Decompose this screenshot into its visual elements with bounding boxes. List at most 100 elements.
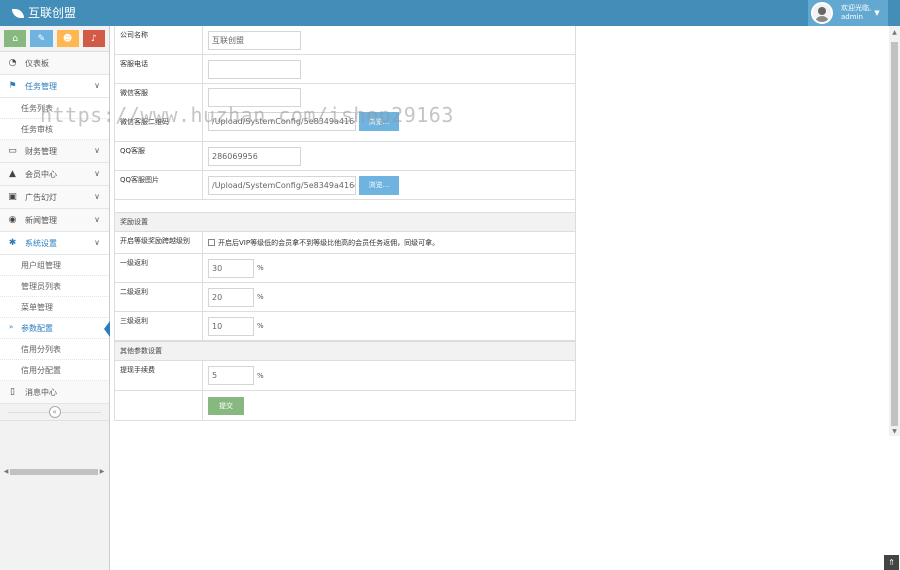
welcome-text: 欢迎光临,: [841, 4, 872, 12]
dashboard-icon: ◔: [8, 58, 17, 68]
sidebar-horizontal-scrollbar[interactable]: ◀ ▶: [2, 467, 106, 476]
chevron-down-icon: ∨: [94, 238, 100, 247]
users-icon: ☻: [62, 33, 73, 44]
settings-form: 公司名称 互联创盟 客服电话 微信客服 微信客服二维码 /Upload/Syst…: [114, 26, 576, 421]
sidebar-subitem-credit-config[interactable]: 信用分配置: [0, 360, 109, 381]
service-phone-input[interactable]: [208, 59, 301, 79]
withdraw-fee-input[interactable]: 5: [208, 366, 254, 385]
section-spacer: [114, 200, 576, 212]
brand-logo[interactable]: 互联创盟: [12, 5, 76, 21]
percent-unit: %: [257, 371, 264, 380]
sidebar-subitem-parameters[interactable]: » 参数配置: [0, 318, 110, 339]
avatar: [811, 2, 833, 24]
submit-button[interactable]: 提交: [208, 396, 244, 415]
collapse-sidebar-button[interactable]: «: [48, 406, 61, 418]
chevron-down-icon: ∨: [94, 192, 100, 201]
user-menu[interactable]: 欢迎光临, admin ▼: [808, 0, 888, 26]
percent-unit: %: [257, 264, 264, 272]
company-name-input[interactable]: 互联创盟: [208, 30, 301, 50]
section-header-other: 其他参数设置: [114, 341, 576, 361]
subitem-label: 管理员列表: [21, 281, 61, 291]
field-label: 二级返利: [115, 283, 203, 311]
level2-rebate-input[interactable]: 20: [208, 287, 254, 307]
wechat-image-path-input[interactable]: /Upload/SystemConfig/5e8349a416d2: [208, 112, 356, 131]
wallet-icon: ▭: [8, 146, 17, 156]
bookmark-icon: ▯: [10, 387, 15, 397]
form-row-level1: 一级返利 30%: [114, 254, 576, 283]
field-label: 客服电话: [115, 55, 203, 83]
subitem-label: 任务列表: [21, 103, 53, 113]
field-label: QQ客服: [115, 142, 203, 170]
sidebar-item-label: 消息中心: [25, 387, 57, 397]
qq-browse-button[interactable]: 浏览...: [359, 175, 399, 195]
form-row-wechat: 微信客服 微信客服二维码 /Upload/SystemConfig/5e8349…: [114, 84, 576, 142]
form-row-qq: QQ客服 286069956: [114, 142, 576, 171]
sidebar-item-ads[interactable]: ▣ 广告幻灯 ∨: [0, 186, 109, 209]
level3-rebate-input[interactable]: 10: [208, 316, 254, 336]
sidebar: ⌂ ✎ ☻ ♪ ◔ 仪表板 ⚑ 任务管理 ∨ 任务列表 任务审核 ▭ 财务管理 …: [0, 26, 110, 570]
scrollbar-thumb[interactable]: [891, 42, 898, 426]
flag-icon: ⚑: [8, 81, 17, 91]
sidebar-item-label: 任务管理: [25, 81, 57, 91]
sidebar-subitem-credit-list[interactable]: 信用分列表: [0, 339, 109, 360]
sidebar-item-finance[interactable]: ▭ 财务管理 ∨: [0, 140, 109, 163]
sidebar-item-tasks[interactable]: ⚑ 任务管理 ∨: [0, 75, 109, 98]
sidebar-item-dashboard[interactable]: ◔ 仪表板: [0, 52, 109, 75]
sidebar-subitem-admin-list[interactable]: 管理员列表: [0, 276, 109, 297]
users-shortcut-button[interactable]: ☻: [56, 30, 79, 47]
sidebar-subitem-task-list[interactable]: 任务列表: [0, 98, 109, 119]
field-label: 微信客服二维码: [120, 118, 169, 126]
scroll-down-icon[interactable]: ▼: [889, 428, 900, 435]
sidebar-subitem-menu-management[interactable]: 菜单管理: [0, 297, 109, 318]
field-label-group: 微信客服 微信客服二维码: [115, 84, 203, 141]
picture-icon: ▣: [8, 192, 17, 202]
user-icon: ▲: [9, 169, 16, 179]
sidebar-item-members[interactable]: ▲ 会员中心 ∨: [0, 163, 109, 186]
sidebar-subitem-user-groups[interactable]: 用户组管理: [0, 255, 109, 276]
field-label: 公司名称: [115, 26, 203, 54]
qq-image-path-input[interactable]: /Upload/SystemConfig/5e8349a416d2: [208, 175, 356, 195]
scroll-left-icon[interactable]: ◀: [2, 468, 10, 475]
shortcut-buttons: ⌂ ✎ ☻ ♪: [0, 26, 109, 52]
sidebar-item-news[interactable]: ◉ 新闻管理 ∨: [0, 209, 109, 232]
form-row-cross-level: 开启等级奖励跨越级别 开启后VIP等级低的会员拿不到等级比他高的会员任务返佣，同…: [114, 232, 576, 254]
edit-shortcut-button[interactable]: ✎: [30, 30, 53, 47]
chevron-down-icon: ∨: [94, 169, 100, 178]
pencil-icon: ✎: [37, 33, 46, 44]
sidebar-item-messages[interactable]: ▯ 消息中心: [0, 381, 109, 404]
form-row-submit: 提交: [114, 391, 576, 421]
bell-icon: ♪: [91, 33, 97, 44]
double-angle-up-icon: ⇑: [888, 558, 895, 567]
field-label: 三级返利: [115, 312, 203, 340]
level1-rebate-input[interactable]: 30: [208, 258, 254, 278]
checkbox-description: 开启后VIP等级低的会员拿不到等级比他高的会员任务返佣，同级可拿。: [218, 238, 440, 247]
qq-input[interactable]: 286069956: [208, 146, 301, 166]
wechat-browse-button[interactable]: 浏览...: [359, 112, 399, 131]
wechat-input[interactable]: [208, 88, 301, 107]
form-row-qq-image: QQ客服图片 /Upload/SystemConfig/5e8349a416d2…: [114, 171, 576, 200]
double-angle-right-icon: »: [9, 323, 14, 331]
home-shortcut-button[interactable]: ⌂: [4, 30, 27, 47]
top-navbar: 互联创盟 欢迎光临, admin ▼: [0, 0, 900, 26]
page-vertical-scrollbar[interactable]: ▲ ▼: [889, 26, 900, 436]
home-icon: ⌂: [12, 33, 18, 44]
caret-down-icon: ▼: [874, 9, 880, 17]
scroll-up-icon[interactable]: ▲: [889, 29, 900, 36]
active-pointer: [104, 321, 110, 337]
sidebar-item-label: 财务管理: [25, 146, 57, 156]
bell-shortcut-button[interactable]: ♪: [82, 30, 105, 47]
sidebar-collapse-row: «: [0, 404, 109, 421]
cross-level-checkbox[interactable]: [208, 239, 215, 246]
gear-icon: ✱: [8, 238, 17, 248]
back-to-top-button[interactable]: ⇑: [884, 555, 899, 570]
subitem-label: 用户组管理: [21, 260, 61, 270]
subitem-label: 参数配置: [21, 323, 53, 333]
sidebar-subitem-task-review[interactable]: 任务审核: [0, 119, 109, 140]
scrollbar-thumb[interactable]: [10, 468, 98, 475]
subitem-label: 菜单管理: [21, 302, 53, 312]
subitem-label: 信用分配置: [21, 365, 61, 375]
globe-icon: ◉: [8, 215, 17, 225]
scroll-right-icon[interactable]: ▶: [98, 468, 106, 475]
form-row-level2: 二级返利 20%: [114, 283, 576, 312]
sidebar-item-system[interactable]: ✱ 系统设置 ∨: [0, 232, 109, 255]
